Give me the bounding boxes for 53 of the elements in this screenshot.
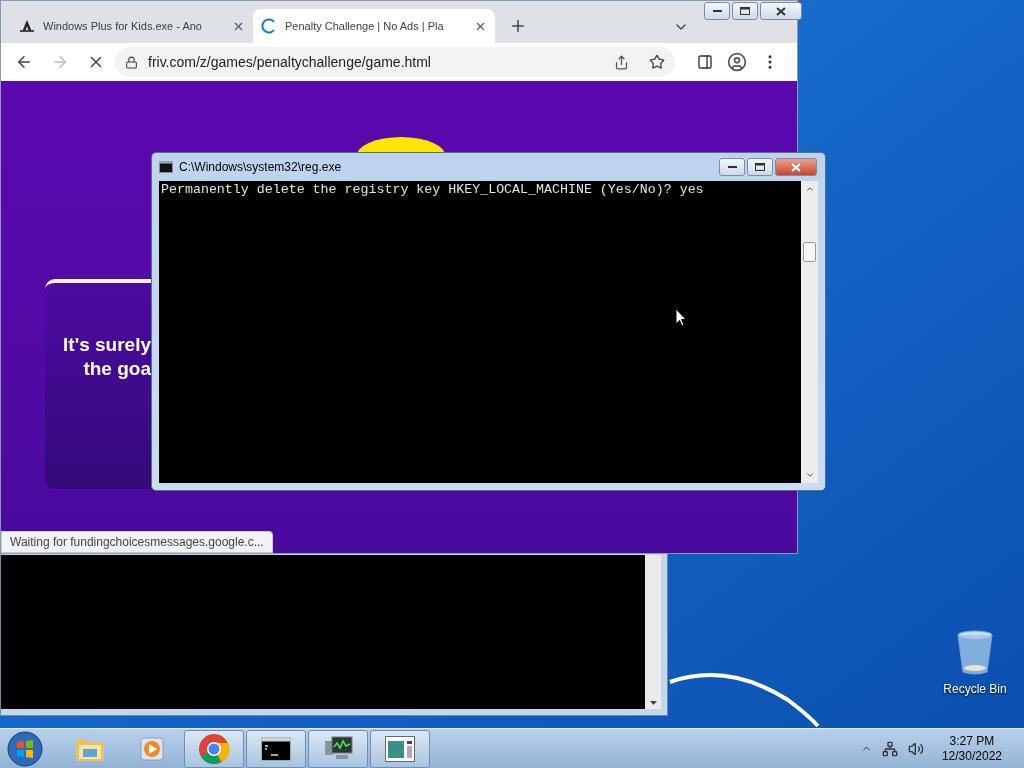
tower-icon (19, 19, 35, 33)
share-icon[interactable] (614, 54, 629, 70)
taskbar-button[interactable] (246, 729, 306, 768)
back-icon[interactable] (15, 53, 33, 71)
profile-icon[interactable] (727, 52, 747, 72)
console-icon (159, 161, 173, 173)
window-icon (385, 735, 415, 762)
maximize-icon (755, 163, 765, 171)
start-button[interactable] (4, 729, 46, 768)
minimize-icon (727, 165, 737, 169)
close-button[interactable] (760, 2, 802, 20)
bookmark-star-icon[interactable] (649, 54, 665, 70)
media-player-icon (138, 734, 166, 763)
maximize-button[interactable] (747, 158, 773, 176)
maximize-icon (740, 7, 750, 15)
clock-date: 12/30/2022 (941, 748, 1002, 764)
scroll-thumb[interactable] (803, 242, 816, 262)
status-bubble: Waiting for fundingchoicesmessages.google.c... (1, 531, 273, 553)
address-bar[interactable]: friv.com/z/games/penaltychallenge/game.html (115, 47, 675, 77)
cursor-icon (675, 308, 687, 327)
loading-spinner-icon (261, 18, 277, 34)
minimize-button[interactable] (719, 158, 745, 176)
lock-icon (125, 55, 138, 69)
card-text: the goa (83, 357, 151, 381)
window-title: C:\Windows\system32\reg.exe (179, 159, 343, 176)
scrollbar[interactable] (645, 555, 661, 709)
maximize-button[interactable] (732, 2, 758, 20)
browser-tab[interactable]: Penalty Challenge | No Ads | Pla (253, 9, 495, 43)
scrollbar[interactable] (801, 181, 818, 483)
clock-time: 3:27 PM (949, 733, 995, 749)
recycle-bin-icon[interactable] (956, 630, 994, 676)
tab-title: Penalty Challenge | No Ads | Pla (285, 18, 444, 34)
scroll-down-icon (649, 701, 657, 705)
command-prompt-icon (261, 736, 291, 761)
tab-title: Windows Plus for Kids.exe - Ano (43, 18, 202, 34)
scroll-down-icon[interactable] (804, 470, 815, 480)
side-panel-icon[interactable] (697, 54, 713, 70)
network-icon[interactable] (881, 740, 898, 757)
minimize-icon (712, 9, 722, 13)
chrome-icon (198, 732, 230, 765)
new-tab-icon[interactable] (509, 17, 527, 35)
scroll-up-icon[interactable] (804, 184, 815, 194)
url-text: friv.com/z/games/penaltychallenge/game.html (148, 52, 432, 72)
console-line: Permanently delete the registry key HKEY_LOCAL_MACHINE (Yes/No)? yes (161, 183, 705, 197)
close-icon (776, 6, 786, 16)
volume-icon[interactable] (907, 740, 924, 757)
taskbar-button[interactable] (308, 729, 368, 768)
browser-tab[interactable]: Windows Plus for Kids.exe - Ano (11, 9, 253, 43)
icon-label: Recycle Bin (943, 681, 1007, 698)
minimize-button[interactable] (704, 2, 730, 20)
card-text: It's surely (63, 333, 151, 357)
clock[interactable]: 3:27 PM 12/30/2022 (941, 733, 1002, 764)
close-icon (791, 162, 801, 172)
